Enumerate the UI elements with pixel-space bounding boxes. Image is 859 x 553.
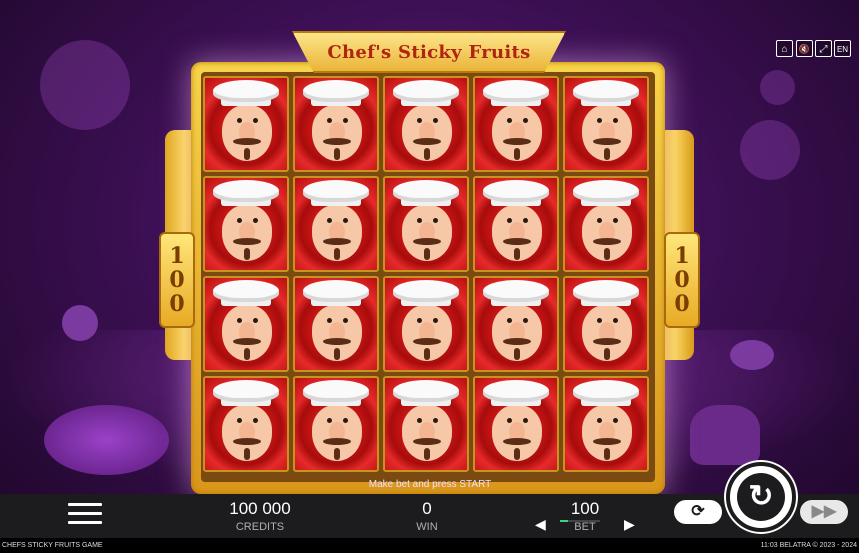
chef-symbol bbox=[563, 276, 649, 372]
credits-value: 100 000 bbox=[229, 499, 291, 518]
bet-value: 100 bbox=[570, 499, 600, 518]
credits-label: CREDITS bbox=[235, 521, 285, 533]
plaque-digit: 0 bbox=[674, 291, 690, 317]
language-button[interactable]: EN bbox=[834, 40, 851, 57]
background-bubble bbox=[40, 40, 130, 130]
chef-symbol bbox=[473, 176, 559, 272]
chef-symbol bbox=[473, 76, 559, 172]
sound-icon[interactable]: 🔇 bbox=[796, 40, 813, 57]
win-value: 0 bbox=[422, 499, 432, 518]
watermelon-decoration bbox=[44, 405, 169, 475]
chef-symbol bbox=[293, 276, 379, 372]
game-title: Chef's Sticky Fruits bbox=[327, 41, 531, 63]
bet-label: BET bbox=[574, 521, 596, 533]
spin-button[interactable]: ↻ bbox=[726, 462, 796, 532]
menu-button[interactable] bbox=[68, 503, 102, 530]
chef-symbol bbox=[563, 176, 649, 272]
multiplier-plaque-left: 1 0 0 bbox=[159, 232, 195, 328]
background-bubble bbox=[760, 70, 795, 105]
fast-forward-icon: ▶▶ bbox=[811, 503, 837, 520]
chef-symbol bbox=[203, 276, 289, 372]
footer-copyright: 11:03 BELATRA © 2023 - 2024 bbox=[760, 542, 857, 549]
plaque-digit: 0 bbox=[674, 267, 690, 293]
chef-symbol bbox=[203, 376, 289, 472]
chef-symbol bbox=[203, 76, 289, 172]
chef-symbol bbox=[383, 376, 469, 472]
bet-decrease-icon[interactable]: ◀ bbox=[535, 516, 546, 533]
chef-symbol bbox=[383, 76, 469, 172]
home-icon[interactable]: ⌂ bbox=[776, 40, 793, 57]
bet-increase-icon[interactable]: ▶ bbox=[624, 516, 635, 533]
chef-symbol bbox=[473, 276, 559, 372]
chef-symbol bbox=[383, 276, 469, 372]
chef-symbol bbox=[293, 376, 379, 472]
chef-symbol bbox=[473, 376, 559, 472]
turbo-button[interactable]: ▶▶ bbox=[800, 500, 848, 524]
spin-icon: ↻ bbox=[748, 480, 774, 513]
autoplay-button[interactable]: ⟳ bbox=[674, 500, 722, 524]
chef-symbol bbox=[293, 76, 379, 172]
footer: CHEFS STICKY FRUITS GAME 11:03 BELATRA ©… bbox=[0, 538, 859, 553]
fullscreen-icon[interactable]: ⤢ bbox=[815, 40, 832, 57]
footer-game-name: CHEFS STICKY FRUITS GAME bbox=[2, 542, 103, 549]
win-label: WIN bbox=[416, 521, 438, 533]
multiplier-plaque-right: 1 0 0 bbox=[664, 232, 700, 328]
autoplay-icon: ⟳ bbox=[691, 503, 705, 520]
plaque-digit: 1 bbox=[674, 243, 690, 269]
plaque-digit: 1 bbox=[169, 243, 185, 269]
plaque-digit: 0 bbox=[169, 267, 185, 293]
chef-symbol bbox=[293, 176, 379, 272]
chef-symbol bbox=[563, 376, 649, 472]
bell-decoration bbox=[690, 405, 760, 465]
hint-text: Make bet and press START bbox=[368, 479, 492, 490]
chef-symbol bbox=[383, 176, 469, 272]
plaque-digit: 0 bbox=[169, 291, 185, 317]
background-bubble bbox=[740, 120, 800, 180]
fruit-decoration bbox=[62, 305, 98, 341]
reel-grid bbox=[203, 76, 649, 472]
plum-decoration bbox=[730, 340, 774, 370]
title-banner: Chef's Sticky Fruits bbox=[292, 31, 566, 73]
chef-symbol bbox=[563, 76, 649, 172]
chef-symbol bbox=[203, 176, 289, 272]
